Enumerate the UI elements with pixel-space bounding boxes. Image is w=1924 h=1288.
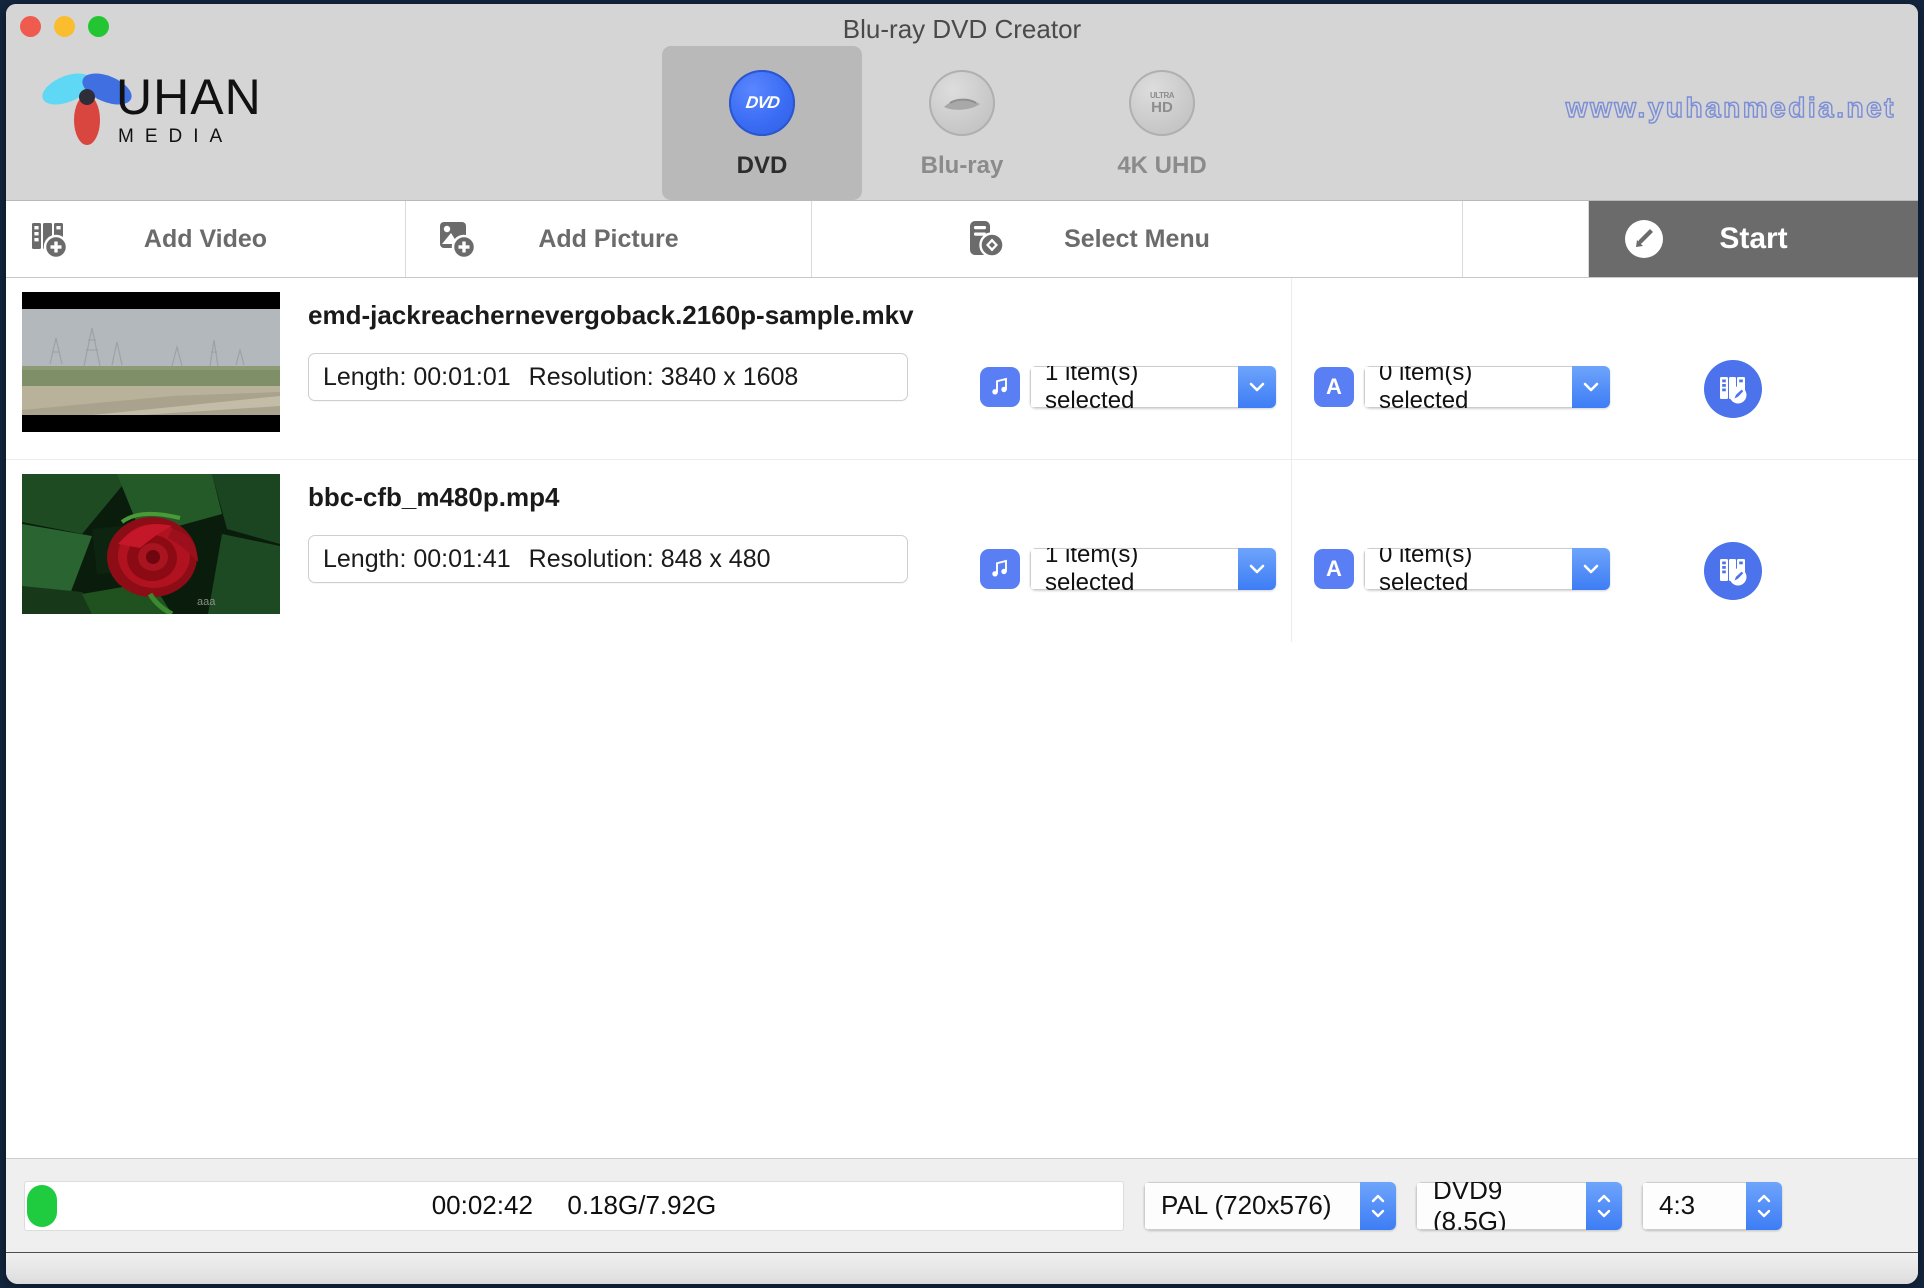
app-logo: UHAN MEDIA — [34, 62, 344, 152]
thumbnail-landscape-image — [22, 292, 280, 432]
select-menu-button[interactable]: Select Menu — [812, 201, 1463, 277]
disc-usage-progress: 00:02:42 0.18G/7.92G — [24, 1180, 1124, 1231]
add-video-label: Add Video — [143, 224, 268, 253]
file-resolution: Resolution: 848 x 480 — [528, 544, 771, 573]
toolbar-spacer — [1463, 201, 1589, 277]
dvd-disc-icon: DVD — [729, 70, 795, 136]
dvd-disc-glyph: DVD — [744, 93, 780, 112]
stepper-arrows-icon[interactable] — [1746, 1181, 1782, 1230]
audio-track-selector[interactable]: 1 item(s) selected — [980, 366, 1276, 408]
edit-clip-button[interactable] — [1704, 360, 1762, 418]
file-name: bbc-cfb_m480p.mp4 — [308, 482, 560, 512]
audio-track-field[interactable]: 1 item(s) selected — [1030, 548, 1276, 590]
video-thumbnail — [22, 292, 280, 432]
subtitle-track-value: 0 item(s) selected — [1364, 366, 1572, 408]
website-url[interactable]: www.yuhanmedia.net — [1565, 91, 1896, 124]
disc-size-used: 0.18G/7.92G — [567, 1190, 717, 1220]
row-selectors: 1 item(s) selected A 0 item(s) selected — [980, 548, 1610, 590]
bluray-swoosh-icon — [944, 98, 980, 110]
svg-text:UHAN: UHAN — [116, 69, 262, 125]
audio-track-field[interactable]: 1 item(s) selected — [1030, 366, 1276, 408]
film-edit-icon — [1720, 377, 1747, 404]
select-menu-icon — [964, 217, 1008, 261]
format-tab-bar: DVD DVD Blu-ray ULTRA HD 4K UHD — [662, 46, 1262, 200]
edit-clip-button[interactable] — [1704, 542, 1762, 600]
audio-track-value: 1 item(s) selected — [1030, 366, 1238, 408]
tab-bluray[interactable]: Blu-ray — [862, 46, 1062, 200]
music-note-icon — [980, 549, 1020, 589]
action-toolbar: Add Video Add Picture Select Menu Start — [6, 201, 1918, 278]
tab-4k-uhd-label: 4K UHD — [1117, 152, 1207, 179]
subtitle-track-field[interactable]: 0 item(s) selected — [1364, 366, 1610, 408]
file-length: Length: 00:01:01 — [323, 362, 511, 391]
add-picture-button[interactable]: Add Picture — [406, 201, 812, 277]
add-video-icon — [28, 217, 72, 261]
video-thumbnail: aaa — [22, 474, 280, 614]
stepper-arrows-icon[interactable] — [1586, 1181, 1622, 1230]
bluray-disc-icon — [929, 70, 995, 136]
tab-dvd[interactable]: DVD DVD — [662, 46, 862, 200]
music-note-icon — [980, 367, 1020, 407]
chevron-down-icon[interactable] — [1238, 366, 1276, 408]
disc-type-value: DVD9 (8.5G) — [1416, 1181, 1586, 1230]
tab-dvd-label: DVD — [736, 152, 788, 179]
start-button[interactable]: Start — [1589, 201, 1918, 277]
select-menu-label: Select Menu — [1064, 224, 1210, 253]
tab-4k-uhd[interactable]: ULTRA HD 4K UHD — [1062, 46, 1262, 200]
tab-bluray-label: Blu-ray — [920, 152, 1004, 179]
chevron-down-icon[interactable] — [1572, 366, 1610, 408]
subtitle-a-icon: A — [1314, 367, 1354, 407]
table-row[interactable]: emd-jackreachernevergoback.2160p-sample.… — [6, 278, 1918, 460]
add-picture-icon — [436, 217, 480, 261]
file-meta-box: Length: 00:01:41 Resolution: 848 x 480 — [308, 535, 908, 583]
row-selectors: 1 item(s) selected A 0 item(s) selected — [980, 366, 1610, 408]
title-bar: Blu-ray DVD Creator UHAN MEDIA www.yuhan… — [6, 4, 1918, 201]
table-row[interactable]: aaa bbc-cfb_m480p.mp4 Length: 00:01:41 R… — [6, 460, 1918, 642]
subtitle-track-value: 0 item(s) selected — [1364, 548, 1572, 590]
svg-text:aaa: aaa — [197, 596, 216, 608]
disc-type-select[interactable]: DVD9 (8.5G) — [1416, 1181, 1622, 1230]
stepper-arrows-icon[interactable] — [1360, 1181, 1396, 1230]
file-name: emd-jackreachernevergoback.2160p-sample.… — [308, 300, 914, 330]
audio-track-value: 1 item(s) selected — [1030, 548, 1238, 590]
add-picture-label: Add Picture — [538, 224, 679, 253]
subtitle-track-selector[interactable]: A 0 item(s) selected — [1314, 548, 1610, 590]
subtitle-track-selector[interactable]: A 0 item(s) selected — [1314, 366, 1610, 408]
tv-standard-value: PAL (720x576) — [1144, 1181, 1360, 1230]
progress-label: 00:02:42 0.18G/7.92G — [432, 1190, 717, 1221]
window-title: Blu-ray DVD Creator — [842, 14, 1082, 44]
subtitle-track-field[interactable]: 0 item(s) selected — [1364, 548, 1610, 590]
thumbnail-rose-image: aaa — [22, 474, 280, 614]
status-bar: 00:02:42 0.18G/7.92G PAL (720x576) DVD9 … — [6, 1158, 1918, 1252]
file-meta-box: Length: 00:01:01 Resolution: 3840 x 1608 — [308, 353, 908, 401]
add-video-button[interactable]: Add Video — [6, 201, 406, 277]
file-list[interactable]: emd-jackreachernevergoback.2160p-sample.… — [6, 278, 1918, 1158]
audio-track-selector[interactable]: 1 item(s) selected — [980, 548, 1276, 590]
subtitle-a-icon: A — [1314, 549, 1354, 589]
chevron-down-icon[interactable] — [1238, 548, 1276, 590]
burn-pencil-icon — [1621, 216, 1667, 262]
progress-fill — [27, 1184, 57, 1227]
total-duration: 00:02:42 — [431, 1190, 533, 1220]
uhd-disc-glyph: ULTRA HD — [1149, 90, 1175, 116]
aspect-ratio-select[interactable]: 4:3 — [1642, 1181, 1782, 1230]
aspect-ratio-value: 4:3 — [1642, 1181, 1746, 1230]
file-length: Length: 00:01:41 — [323, 544, 511, 573]
file-resolution: Resolution: 3840 x 1608 — [528, 362, 799, 391]
start-label: Start — [1719, 222, 1788, 255]
svg-text:MEDIA: MEDIA — [118, 126, 233, 147]
tv-standard-select[interactable]: PAL (720x576) — [1144, 1181, 1396, 1230]
app-window: Blu-ray DVD Creator UHAN MEDIA www.yuhan… — [6, 4, 1918, 1284]
uhd-disc-icon: ULTRA HD — [1129, 70, 1195, 136]
yuhan-media-logo-icon: UHAN MEDIA — [42, 69, 262, 147]
chevron-down-icon[interactable] — [1572, 548, 1610, 590]
window-resize-bar[interactable] — [6, 1252, 1918, 1284]
film-edit-icon — [1720, 559, 1747, 586]
